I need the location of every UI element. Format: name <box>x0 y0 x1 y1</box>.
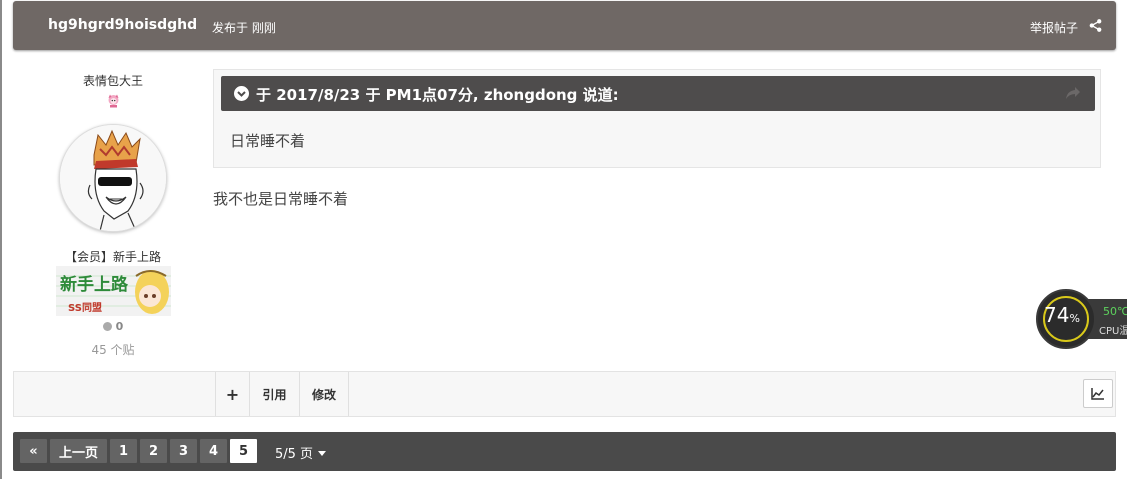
pink-character-icon <box>108 94 119 108</box>
quote-text: 日常睡不着 <box>230 132 306 150</box>
pagination-bar: « 上一页 1 2 3 4 5 5/5 页 <box>13 432 1116 471</box>
previous-page-button[interactable]: 上一页 <box>50 439 107 463</box>
page-jump-dropdown[interactable]: 5/5 页 <box>275 443 327 462</box>
caret-down-icon <box>318 451 327 456</box>
cpu-usage-gauge: 74% <box>1036 289 1096 349</box>
user-avatar[interactable] <box>59 124 167 232</box>
report-post-link[interactable]: 举报帖子 <box>1030 19 1078 36</box>
window-left-edge <box>0 0 2 479</box>
post-timestamp: 发布于 刚刚 <box>212 21 276 35</box>
post-action-bar: + 引用 修改 <box>13 371 1116 417</box>
first-page-button[interactable]: « <box>20 439 47 463</box>
quote-citation: 于 2017/8/23 于 PM1点07分, zhongdong 说道: <box>256 86 619 104</box>
member-rank-title: 【会员】新手上路 <box>64 250 161 264</box>
svg-text:新手上路: 新手上路 <box>60 274 129 295</box>
cpu-label: CPU温度 <box>1099 326 1127 337</box>
cpu-monitor-widget[interactable]: 50℃ CPU温度 74% <box>1036 288 1127 350</box>
post-header-bar: hg9hgrd9hoisdghd 发布于 刚刚 举报帖子 <box>13 1 1116 50</box>
username-link[interactable]: 表情包大王 <box>13 72 213 89</box>
quote-header[interactable]: 于 2017/8/23 于 PM1点07分, zhongdong 说道: <box>221 76 1095 111</box>
page-button-3[interactable]: 3 <box>170 439 197 463</box>
multiquote-add-button[interactable]: + <box>215 372 249 416</box>
reputation-dot-icon <box>102 322 112 331</box>
chevron-down-icon[interactable] <box>234 86 249 101</box>
quote-block: 于 2017/8/23 于 PM1点07分, zhongdong 说道: 日常睡… <box>213 69 1101 168</box>
cpu-temperature: 50℃ <box>1103 305 1127 318</box>
share-icon[interactable] <box>1089 19 1102 32</box>
page-button-1[interactable]: 1 <box>110 439 137 463</box>
post-content: 我不也是日常睡不着 <box>213 190 349 208</box>
post-count: 45 个贴 <box>91 343 135 357</box>
post-author-name[interactable]: hg9hgrd9hoisdghd <box>48 17 197 33</box>
edit-button[interactable]: 修改 <box>299 372 349 416</box>
page-button-4[interactable]: 4 <box>200 439 227 463</box>
page-button-current[interactable]: 5 <box>230 439 257 463</box>
reply-arrow-icon[interactable] <box>1065 86 1081 100</box>
reputation-count: 0 <box>13 320 213 333</box>
quote-button[interactable]: 引用 <box>249 372 299 416</box>
page-button-2[interactable]: 2 <box>140 439 167 463</box>
line-chart-icon[interactable] <box>1083 379 1113 408</box>
svg-text:SS同盟: SS同盟 <box>68 302 102 314</box>
rank-badge-image: 新手上路 SS同盟 <box>56 266 171 316</box>
cpu-usage-percent: 74% <box>1044 303 1080 327</box>
